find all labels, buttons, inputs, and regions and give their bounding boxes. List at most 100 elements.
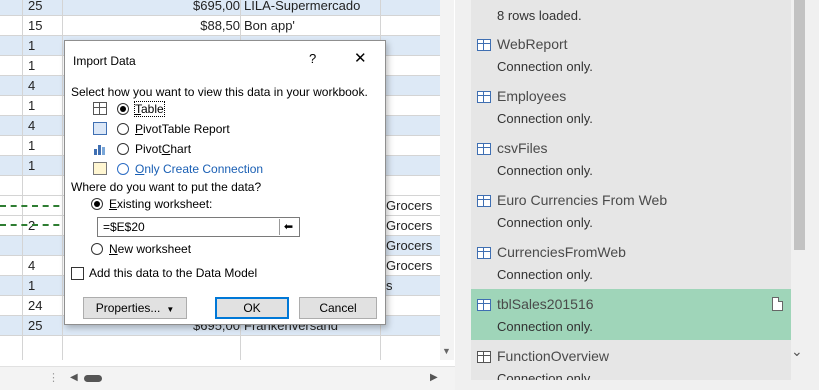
radio-existing-worksheet[interactable] (91, 198, 103, 210)
table-cell[interactable]: Grocers (386, 236, 446, 256)
horizontal-scroll-thumb[interactable] (84, 375, 102, 382)
cell-reference-input[interactable]: =$E$20 (97, 217, 300, 237)
table-cell[interactable]: 24 (28, 296, 58, 316)
query-name: Employees (497, 88, 567, 104)
column-gridline (22, 0, 23, 360)
queries-pane: 8 rows loaded. WebReport Connection only.… (455, 0, 819, 390)
table-cell[interactable] (28, 236, 58, 256)
scroll-down-arrow-icon[interactable]: ▼ (442, 346, 451, 356)
query-name: tblSales201516 (497, 296, 594, 312)
radio-pivottable[interactable] (117, 123, 129, 135)
table-cell[interactable] (386, 296, 446, 316)
column-gridline (62, 0, 63, 360)
chevron-down-icon[interactable]: ⌄ (791, 343, 803, 360)
table-cell[interactable] (386, 116, 446, 136)
table-cell[interactable] (28, 176, 58, 196)
table-cell[interactable]: 15 (28, 16, 58, 36)
radio-table[interactable] (117, 103, 129, 115)
pivottable-icon (93, 122, 107, 135)
table-cell[interactable]: 4 (28, 256, 58, 276)
table-cell[interactable]: 1 (28, 276, 58, 296)
table-row[interactable]: 25 $695,00 LILA-Supermercado (0, 0, 440, 16)
query-item[interactable]: WebReport Connection only. (471, 29, 791, 80)
table-cell[interactable]: $88,50 (130, 16, 240, 36)
function-icon (477, 351, 491, 363)
collapse-dialog-button[interactable]: ⬅︎ (279, 219, 297, 235)
table-cell[interactable] (386, 136, 446, 156)
table-cell[interactable] (386, 56, 446, 76)
close-button[interactable]: ✕ (354, 49, 367, 67)
sheet-scrollbar[interactable] (440, 0, 454, 360)
document-icon[interactable] (772, 297, 783, 311)
query-list: 8 rows loaded. WebReport Connection only.… (471, 0, 791, 380)
table-cell[interactable]: 2 (28, 216, 58, 236)
table-cell[interactable]: $695,00 (130, 0, 240, 16)
table-cell[interactable] (386, 36, 446, 56)
query-name: csvFiles (497, 140, 548, 156)
table-icon (477, 91, 491, 103)
query-name: CurrenciesFromWeb (497, 244, 626, 260)
table-icon (477, 299, 491, 311)
import-data-dialog: Import Data ? ✕ Select how you want to v… (64, 40, 386, 325)
query-status: Connection only. (497, 111, 593, 126)
table-row[interactable]: 15 $88,50 Bon app' (0, 16, 440, 36)
table-cell[interactable] (386, 96, 446, 116)
table-cell[interactable]: 1 (28, 96, 58, 116)
query-item[interactable]: Euro Currencies From Web Connection only. (471, 185, 791, 236)
query-item[interactable]: tblSales201516 Connection only. (471, 289, 791, 340)
table-cell[interactable]: s (386, 276, 446, 296)
query-name: WebReport (497, 36, 568, 52)
cancel-button[interactable]: Cancel (299, 297, 377, 319)
scroll-left-arrow-icon[interactable]: ◀ (70, 372, 78, 383)
table-cell[interactable]: Grocers (386, 216, 446, 236)
query-item[interactable]: FunctionOverview Connection only. (471, 341, 791, 380)
data-model-label: Add this data to the Data Model (89, 266, 258, 280)
ok-button[interactable]: OK (215, 297, 289, 319)
table-cell[interactable]: 1 (28, 56, 58, 76)
query-item[interactable]: Employees Connection only. (471, 81, 791, 132)
table-cell[interactable] (386, 156, 446, 176)
horizontal-scrollbar[interactable]: ⋮ ◀ ▶ (0, 366, 455, 390)
query-status: Connection only. (497, 319, 593, 334)
table-cell[interactable]: Grocers (386, 196, 446, 216)
table-cell[interactable]: 25 (28, 316, 58, 336)
query-item[interactable]: csvFiles Connection only. (471, 133, 791, 184)
query-name: Euro Currencies From Web (497, 192, 668, 208)
query-item[interactable]: CurrenciesFromWeb Connection only. (471, 237, 791, 288)
table-cell[interactable]: 1 (28, 136, 58, 156)
query-status: Connection only. (497, 59, 593, 74)
query-rows-loaded: 8 rows loaded. (497, 8, 582, 23)
queries-scroll-thumb[interactable] (794, 0, 805, 250)
view-prompt: Select how you want to view this data in… (71, 85, 368, 99)
table-cell[interactable] (386, 176, 446, 196)
table-cell[interactable]: 1 (28, 36, 58, 56)
radio-new-worksheet[interactable] (91, 243, 103, 255)
data-model-checkbox[interactable] (71, 267, 84, 280)
table-cell[interactable]: 4 (28, 76, 58, 96)
table-cell[interactable] (386, 0, 446, 16)
table-cell[interactable] (386, 316, 446, 336)
table-cell[interactable]: 25 (28, 0, 58, 16)
query-status: Connection only. (497, 215, 593, 230)
query-status: Connection only. (497, 371, 593, 380)
scroll-right-arrow-icon[interactable]: ▶ (430, 372, 438, 383)
pivotchart-icon (93, 142, 107, 155)
query-status: Connection only. (497, 267, 593, 282)
radio-pivotchart[interactable] (117, 143, 129, 155)
table-cell[interactable] (386, 76, 446, 96)
splitter-handle-icon[interactable]: ⋮ (48, 371, 59, 384)
radio-only-connection[interactable] (117, 163, 129, 175)
marching-ants-border (0, 205, 70, 207)
dropdown-caret-icon: ▼ (166, 305, 175, 314)
table-cell[interactable]: 1 (28, 156, 58, 176)
help-button[interactable]: ? (309, 51, 316, 66)
table-cell[interactable] (386, 16, 446, 36)
properties-button[interactable]: Properties... ▼ (83, 297, 187, 319)
marching-ants-border (0, 224, 70, 226)
dialog-title: Import Data (73, 54, 136, 68)
table-icon (477, 195, 491, 207)
table-icon (477, 247, 491, 259)
table-cell[interactable]: 4 (28, 116, 58, 136)
table-icon (93, 102, 107, 115)
table-cell[interactable]: Grocers (386, 256, 446, 276)
